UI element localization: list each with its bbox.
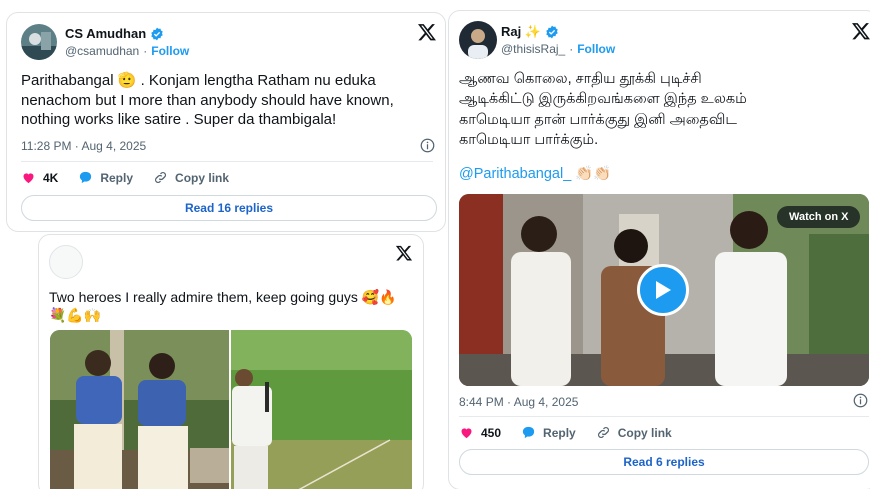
avatar[interactable] [49,245,83,279]
divider [21,161,433,162]
like-button[interactable]: 4K [21,170,58,185]
dot-separator: · [143,44,148,58]
tweet-line: காமெடியா பார்க்கும். [459,131,599,148]
tweet-body: Parithabangal 🫡 . Konjam lengtha Ratham … [21,71,394,130]
tweet-line: ஆணவ கொலை, சாதிய தூக்கி புடிச்சி [459,71,702,87]
reply-bubble-icon [80,171,92,184]
action-bar: 450 Reply Copy link [459,425,692,440]
follow-button[interactable]: Follow [577,42,615,56]
tweet-line: ஆடிக்கிட்டு இருக்கிறவங்களை இந்த உலகம் [459,91,747,108]
copy-link-button[interactable]: Copy link [596,425,672,440]
verified-badge-icon [151,27,163,40]
author-handle[interactable]: @csamudhan [65,44,139,58]
tweet-line: Parithabangal 🫡 . Konjam lengtha Ratham … [21,72,376,89]
author-name[interactable]: CS Amudhan [65,26,164,41]
tweet-body: Two heroes I really admire them, keep go… [49,288,397,324]
handle-row: @thisisRaj_ · Follow [501,42,615,56]
author-name-text: CS Amudhan [65,26,147,41]
info-icon[interactable] [420,138,435,153]
reply-bubble-icon [522,426,535,439]
dot-separator: · [569,42,574,56]
link-icon [155,172,166,183]
tweet-card-heroes: Two heroes I really admire them, keep go… [38,234,424,489]
tweet-card-amudhan: CS Amudhan @csamudhan · Follow Parithaba… [6,12,446,232]
reply-label: Reply [100,170,134,185]
reply-button[interactable]: Reply [521,425,576,440]
photo-two-men-seated [50,330,412,489]
tweet-line: nenachom but I more than anybody should … [21,91,394,109]
handle-row: @csamudhan · Follow [65,44,189,58]
link-icon [597,427,609,438]
watch-on-x-button[interactable]: Watch on X [777,206,861,228]
play-button[interactable] [637,264,689,316]
reply-label: Reply [543,425,576,440]
x-logo-icon[interactable] [395,244,413,262]
x-logo-icon[interactable] [417,22,437,42]
heart-icon [461,428,472,439]
action-bar: 4K Reply Copy link [21,170,249,185]
avatar[interactable] [21,24,57,60]
read-replies-button[interactable]: Read 16 replies [21,195,437,221]
tweet-body: ஆணவ கொலை, சாதிய தூக்கி புடிச்சி ஆடிக்கிட… [459,69,747,150]
tweet-line: 💐💪🙌 [49,307,102,324]
tweet-card-raj: Raj ✨ @thisisRaj_ · Follow ஆணவ கொலை, சாத… [448,10,870,489]
copy-link-button[interactable]: Copy link [153,170,229,185]
tweet-photo-grid[interactable] [50,330,412,489]
info-icon[interactable] [853,393,868,408]
reply-button[interactable]: Reply [78,170,133,185]
play-icon [656,281,671,299]
tweet-video[interactable]: Watch on X [459,194,869,386]
author-handle[interactable]: @thisisRaj_ [501,42,565,56]
tweet-timestamp[interactable]: 11:28 PM · Aug 4, 2025 [21,139,146,153]
avatar[interactable] [459,21,497,59]
follow-button[interactable]: Follow [151,44,189,58]
tweet-line: காமெடியா தான் பார்க்குது இனி அதைவிட [459,111,737,128]
author-name[interactable]: Raj ✨ [501,24,559,40]
like-count: 4K [43,170,59,185]
like-count: 450 [481,425,502,440]
tweet-timestamp[interactable]: 8:44 PM · Aug 4, 2025 [459,395,578,409]
copy-link-label: Copy link [175,170,230,185]
read-replies-button[interactable]: Read 6 replies [459,449,869,475]
mention-link[interactable]: @Parithabangal_ 👏🏻👏🏻 [459,165,611,184]
like-button[interactable]: 450 [459,425,501,440]
author-name-text: Raj ✨ [501,24,542,39]
divider [459,416,869,417]
x-logo-icon[interactable] [851,21,870,41]
tweet-line: nothing works like satire . Super da tha… [21,111,337,128]
verified-badge-icon [546,25,558,39]
copy-link-label: Copy link [617,425,672,440]
heart-icon [23,173,34,184]
tweet-line: Two heroes I really admire them, keep go… [49,289,397,305]
